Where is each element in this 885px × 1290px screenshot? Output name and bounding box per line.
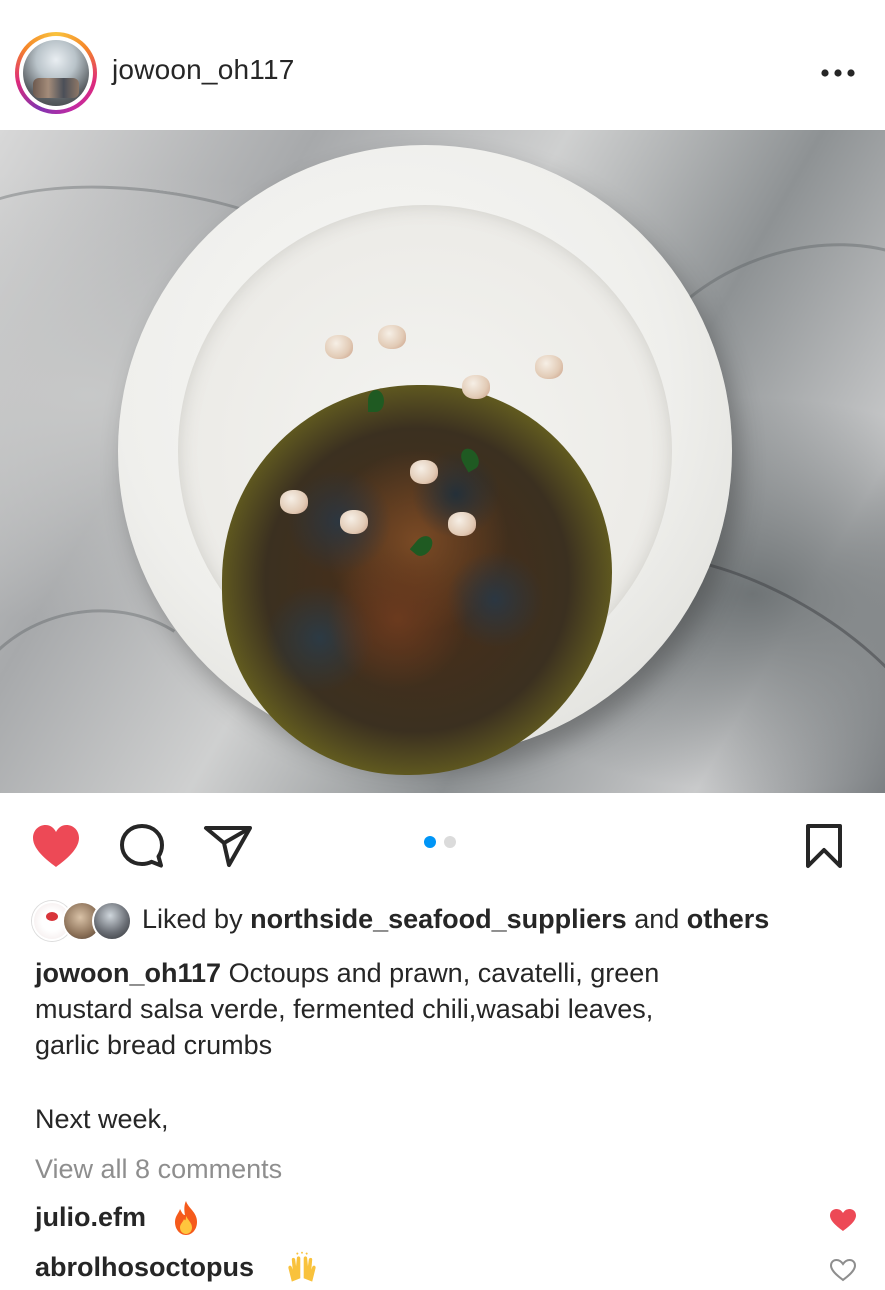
- avatar: [92, 901, 132, 941]
- avatar[interactable]: [23, 40, 89, 106]
- bookmark-icon: [806, 824, 842, 868]
- story-ring[interactable]: [15, 32, 97, 114]
- comment-username[interactable]: julio.efm: [35, 1202, 146, 1233]
- caption-text: garlic bread crumbs: [35, 1030, 273, 1060]
- post-image[interactable]: [0, 130, 885, 793]
- more-options-button[interactable]: [818, 58, 858, 88]
- likes-connector: and: [634, 903, 680, 934]
- heart-icon: [33, 825, 79, 867]
- carousel-dot-active: [424, 836, 436, 848]
- caption-text: mustard salsa verde, fermented chili,was…: [35, 994, 654, 1024]
- comment-button[interactable]: [114, 821, 170, 871]
- comment-icon: [120, 824, 164, 868]
- heart-icon[interactable]: [829, 1258, 857, 1282]
- likes-summary[interactable]: Liked by northside_seafood_suppliers and…: [32, 897, 872, 941]
- heart-icon[interactable]: [829, 1208, 857, 1232]
- post-username[interactable]: jowoon_oh117: [112, 54, 295, 86]
- comment-username[interactable]: abrolhosoctopus: [35, 1252, 254, 1283]
- likes-prefix: Liked by: [142, 903, 243, 934]
- post-header: jowoon_oh117: [0, 0, 885, 130]
- likes-text: Liked by northside_seafood_suppliers and…: [142, 904, 769, 935]
- share-icon: [204, 826, 252, 867]
- caption-text: Octoups and prawn, cavatelli, green: [228, 958, 660, 988]
- share-button[interactable]: [200, 821, 256, 871]
- carousel-indicator: [424, 835, 464, 849]
- comment-row: abrolhosoctopus: [35, 1250, 857, 1290]
- comment-row: julio.efm: [35, 1200, 857, 1240]
- liker-avatars: [32, 899, 132, 941]
- action-bar: [0, 793, 885, 893]
- avatar-frame: [19, 36, 93, 110]
- caption-extra-line: Next week,: [35, 1104, 169, 1134]
- carousel-dot: [444, 836, 456, 848]
- save-button[interactable]: [796, 821, 852, 871]
- fire-icon: [169, 1200, 203, 1236]
- view-all-comments-link[interactable]: View all 8 comments: [35, 1154, 282, 1185]
- raising-hands-icon: [285, 1250, 319, 1286]
- like-button[interactable]: [28, 821, 84, 871]
- caption-username[interactable]: jowoon_oh117: [35, 958, 221, 988]
- post-caption: jowoon_oh117 Octoups and prawn, cavatell…: [35, 955, 855, 1063]
- top-liker-link[interactable]: northside_seafood_suppliers: [250, 904, 627, 934]
- likes-others-link[interactable]: others: [687, 904, 770, 934]
- more-horizontal-icon: [821, 69, 855, 77]
